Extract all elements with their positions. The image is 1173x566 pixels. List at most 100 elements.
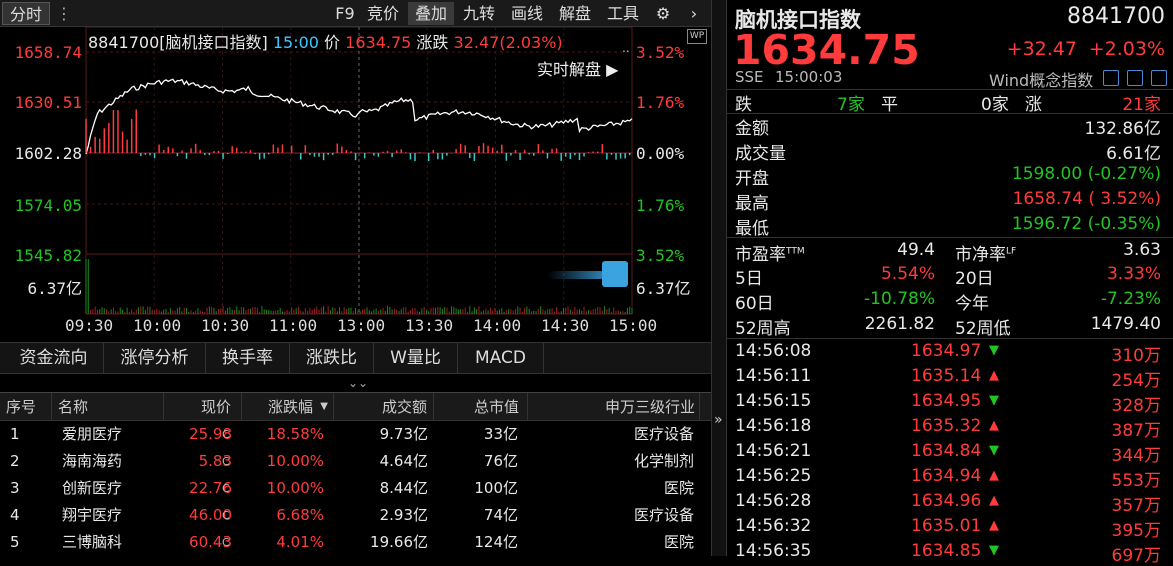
arrow-down-icon: ▼ — [989, 393, 999, 408]
tick-volume: 310万 — [1111, 346, 1161, 366]
pe-sup: TTM — [786, 246, 805, 257]
time-axis-label: 13:30 — [405, 316, 454, 335]
price-change: +32.47 — [1006, 38, 1077, 60]
time-axis-label: 14:00 — [473, 316, 522, 335]
wind-category[interactable]: Wind概念指数 — [989, 67, 1093, 91]
row-c-mark: C — [222, 455, 230, 468]
separator — [727, 338, 1173, 339]
realtime-analysis-button[interactable]: 实时解盘 ▶ — [537, 56, 618, 80]
pct-axis-label: 3.52% — [636, 246, 685, 265]
table-row[interactable]: 5 三博脑科 60.43 C 4.01% 19.66亿 124亿 医院 — [0, 529, 711, 556]
chart-info-line: 8841700[脑机接口指数] 15:00 价 1634.75 涨跌 32.47… — [88, 29, 563, 53]
expand-chevron-icon[interactable]: ⌄⌄ — [348, 376, 368, 390]
row-c-mark: C — [222, 482, 230, 495]
flat-count: 0家 — [981, 95, 1009, 115]
stat-value: 132.86亿 — [1084, 119, 1161, 139]
intraday-chart[interactable]: 8841700[脑机接口指数] 15:00 价 1634.75 涨跌 32.47… — [0, 27, 711, 342]
arrow-up-icon: ▲ — [989, 493, 999, 508]
stat-label: 最高 — [735, 194, 769, 214]
period-value: 2261.82 — [864, 314, 935, 334]
row-amount: 4.64亿 — [379, 452, 428, 470]
indicator-tabs: 资金流向 涨停分析 换手率 涨跌比 W量比 MACD — [0, 342, 711, 374]
chart-price-label: 价 — [324, 33, 341, 52]
row-industry: 医院 — [663, 479, 694, 497]
col-industry[interactable]: 申万三级行业 — [528, 393, 700, 421]
toolbar-auction[interactable]: 竞价 — [362, 2, 404, 25]
table-row[interactable]: 4 翔宇医疗 46.00 C 6.68% 2.93亿 74亿 医疗设备 — [0, 502, 711, 529]
intraday-tab[interactable]: 分时 — [2, 2, 50, 25]
arrow-down-icon: ▼ — [989, 343, 999, 358]
row-cap: 33亿 — [483, 425, 518, 443]
tab-rise-fall-ratio[interactable]: 涨跌比 — [290, 343, 374, 374]
wp-icon[interactable]: WP — [687, 29, 707, 44]
table-row[interactable]: 3 创新医疗 22.76 C 10.00% 8.44亿 100亿 医院 — [0, 475, 711, 502]
toolbar-f9[interactable]: F9 — [330, 2, 360, 25]
row-name: 爱朋医疗 — [62, 425, 123, 443]
bubble-logo-icon[interactable] — [602, 261, 628, 287]
col-no[interactable]: 序号 — [0, 393, 52, 421]
stat-value: 1598.00 (-0.27%) — [1011, 164, 1161, 184]
toolbar-overlay[interactable]: 叠加 — [408, 2, 454, 25]
last-price: 1634.75 — [733, 26, 920, 74]
arrow-up-icon: ▲ — [989, 418, 999, 433]
toolbar-tools[interactable]: 工具 — [600, 2, 646, 25]
col-pct[interactable]: 涨跌幅 ▼ — [242, 393, 334, 421]
tick-volume: 254万 — [1111, 371, 1161, 391]
row-cap: 124亿 — [474, 533, 518, 551]
collapse-right-icon[interactable]: » — [714, 412, 723, 428]
intraday-label: 分时 — [9, 5, 42, 24]
chart-more-dots[interactable]: .. — [622, 41, 630, 55]
period-label: 5日 — [735, 269, 763, 289]
edit-icon[interactable] — [1103, 68, 1119, 86]
stat-value: 6.61亿 — [1106, 144, 1161, 164]
tick-time: 14:56:11 — [735, 366, 812, 386]
tick-row: 14:56:18 1635.32 ▲ 387万 — [735, 416, 1165, 441]
toolbar-nine-turn[interactable]: 九转 — [456, 2, 502, 25]
tab-capital-flow[interactable]: 资金流向 — [4, 343, 104, 374]
pct-axis-label: 1.76% — [636, 196, 685, 215]
collapse-chevron-icon[interactable]: › — [682, 2, 706, 25]
alert-bell-icon[interactable] — [1127, 68, 1143, 86]
table-row[interactable]: 2 海南海药 5.83 C 10.00% 4.64亿 76亿 化学制剂 — [0, 448, 711, 475]
tick-volume: 344万 — [1111, 446, 1161, 466]
col-name[interactable]: 名称 — [52, 393, 164, 421]
pb-label: 市净率LF — [955, 240, 1016, 265]
stat-value: 1596.72 (-0.35%) — [1011, 214, 1161, 234]
tick-price: 1634.95 — [911, 391, 982, 411]
tab-w-volume-ratio[interactable]: W量比 — [374, 343, 458, 374]
row-no: 1 — [10, 425, 20, 443]
volume-axis-label: 6.37亿 — [27, 279, 82, 298]
row-no: 2 — [10, 452, 20, 470]
pe-label: 市盈率TTM — [735, 240, 805, 265]
quote-panel: 脑机接口指数 8841700 1634.75 +32.47 +2.03% SSE… — [727, 0, 1173, 566]
breadth-row: 跌 7家 平 0家 涨 21家 — [735, 90, 1161, 115]
arrow-up-icon: ▲ — [989, 468, 999, 483]
toolbar-analysis[interactable]: 解盘 — [552, 2, 598, 25]
table-row[interactable]: 1 爱朋医疗 25.98 C 18.58% 9.73亿 33亿 医疗设备 — [0, 421, 711, 448]
col-price[interactable]: 现价 — [164, 393, 242, 421]
period-label: 52周低 — [955, 319, 1011, 339]
tab-turnover[interactable]: 换手率 — [206, 343, 290, 374]
chart-change-label: 涨跌 — [416, 33, 449, 52]
settings-gear-icon[interactable]: ⚙ — [650, 2, 676, 25]
col-cap[interactable]: 总市值 — [434, 393, 528, 421]
stat-label: 最低 — [735, 219, 769, 239]
add-watchlist-icon[interactable] — [1151, 68, 1167, 86]
menu-dropdown-icon[interactable]: ⋮ — [56, 2, 72, 25]
volume-axis-label-right: 6.37亿 — [636, 279, 691, 298]
tab-limit-up[interactable]: 涨停分析 — [104, 343, 206, 374]
stat-value: 1658.74 ( 3.52%) — [1012, 189, 1161, 209]
row-pct: 10.00% — [266, 452, 324, 470]
col-amount[interactable]: 成交额 — [334, 393, 434, 421]
chart-change: 32.47(2.03%) — [453, 33, 563, 52]
tab-macd[interactable]: MACD — [458, 343, 544, 374]
tick-time: 14:56:28 — [735, 491, 812, 511]
row-name: 三博脑科 — [62, 533, 123, 551]
toolbar-draw[interactable]: 画线 — [504, 2, 550, 25]
time-axis-label: 13:00 — [337, 316, 386, 335]
tick-volume: 395万 — [1111, 521, 1161, 541]
tick-row: 14:56:35 1634.85 ▼ 697万 — [735, 541, 1165, 566]
tick-row: 14:56:15 1634.95 ▼ 328万 — [735, 391, 1165, 416]
row-amount: 9.73亿 — [379, 425, 428, 443]
panel-divider[interactable]: » — [711, 0, 727, 556]
